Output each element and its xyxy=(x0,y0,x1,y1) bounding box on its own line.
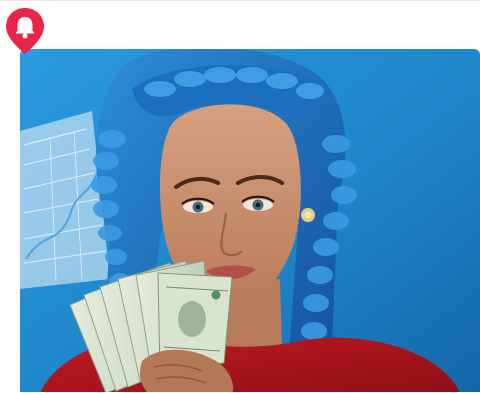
hero-image-card[interactable] xyxy=(20,49,480,393)
page xyxy=(0,0,480,393)
hero-image xyxy=(20,49,480,393)
notification-button[interactable] xyxy=(4,6,46,56)
bell-icon xyxy=(6,8,44,54)
top-divider xyxy=(0,0,480,1)
